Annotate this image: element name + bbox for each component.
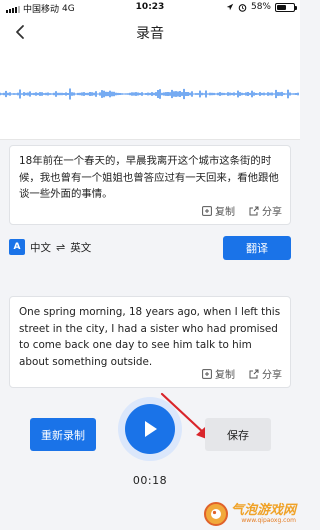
transcript-actions: 复制 分享	[202, 203, 282, 218]
play-button-inner	[125, 404, 175, 454]
page-title: 录音	[136, 26, 164, 42]
transcript-copy-button[interactable]: 复制	[202, 203, 235, 218]
status-right: 58%	[226, 2, 297, 12]
copy-label: 复制	[215, 370, 235, 381]
source-language[interactable]: 中文	[30, 240, 51, 255]
rerecord-button[interactable]: 重新录制	[30, 418, 96, 451]
watermark-text: 气泡游戏网	[230, 503, 296, 518]
target-language[interactable]: 英文	[70, 240, 91, 255]
language-selector: A 中文 ⇌ 英文	[9, 236, 91, 258]
recording-duration: 00:18	[132, 474, 168, 487]
battery-fill	[277, 4, 286, 10]
share-label: 分享	[262, 370, 282, 381]
status-bar: 中国移动 4G 10:23 58%	[0, 0, 300, 16]
play-icon	[145, 421, 157, 437]
bubble-icon	[210, 509, 221, 519]
copy-icon	[202, 368, 212, 379]
play-button[interactable]	[118, 397, 182, 461]
alarm-icon	[238, 3, 247, 12]
back-button[interactable]	[8, 20, 32, 44]
translation-card: One spring morning, 18 years ago, when I…	[9, 296, 291, 388]
battery-icon	[275, 2, 297, 12]
watermark-text-block: 气泡游戏网 www.qipaoxg.com	[231, 504, 296, 524]
share-icon	[249, 369, 259, 378]
watermark-domain: www.qipaoxg.com	[241, 517, 296, 524]
share-label: 分享	[262, 207, 282, 218]
copy-icon	[202, 205, 212, 216]
transcript-share-button[interactable]: 分享	[249, 203, 282, 218]
translate-button[interactable]: 翻译	[223, 236, 291, 260]
swap-icon[interactable]: ⇌	[56, 241, 65, 254]
transcript-card: 18年前在一个春天的，早晨我离开这个城市这条街的时候，我也曾有一个姐姐也曾答应过…	[9, 145, 291, 225]
translation-text[interactable]: One spring morning, 18 years ago, when I…	[19, 304, 282, 370]
share-icon	[249, 206, 259, 215]
translation-share-button[interactable]: 分享	[249, 366, 282, 381]
translate-icon: A	[9, 239, 25, 255]
location-icon	[226, 3, 234, 11]
audio-waveform	[0, 48, 300, 140]
transcript-text[interactable]: 18年前在一个春天的，早晨我离开这个城市这条街的时候，我也曾有一个姐姐也曾答应过…	[19, 153, 282, 203]
watermark-logo	[203, 502, 228, 526]
translation-copy-button[interactable]: 复制	[202, 366, 235, 381]
translation-actions: 复制 分享	[202, 366, 282, 381]
copy-label: 复制	[215, 207, 235, 218]
battery-percent: 58%	[250, 2, 271, 12]
nav-bar: 录音	[0, 16, 300, 48]
waveform-graphic	[0, 88, 299, 100]
chevron-left-icon	[16, 25, 24, 39]
save-button[interactable]: 保存	[205, 418, 271, 451]
watermark: 气泡游戏网 www.qipaoxg.com	[203, 502, 296, 526]
